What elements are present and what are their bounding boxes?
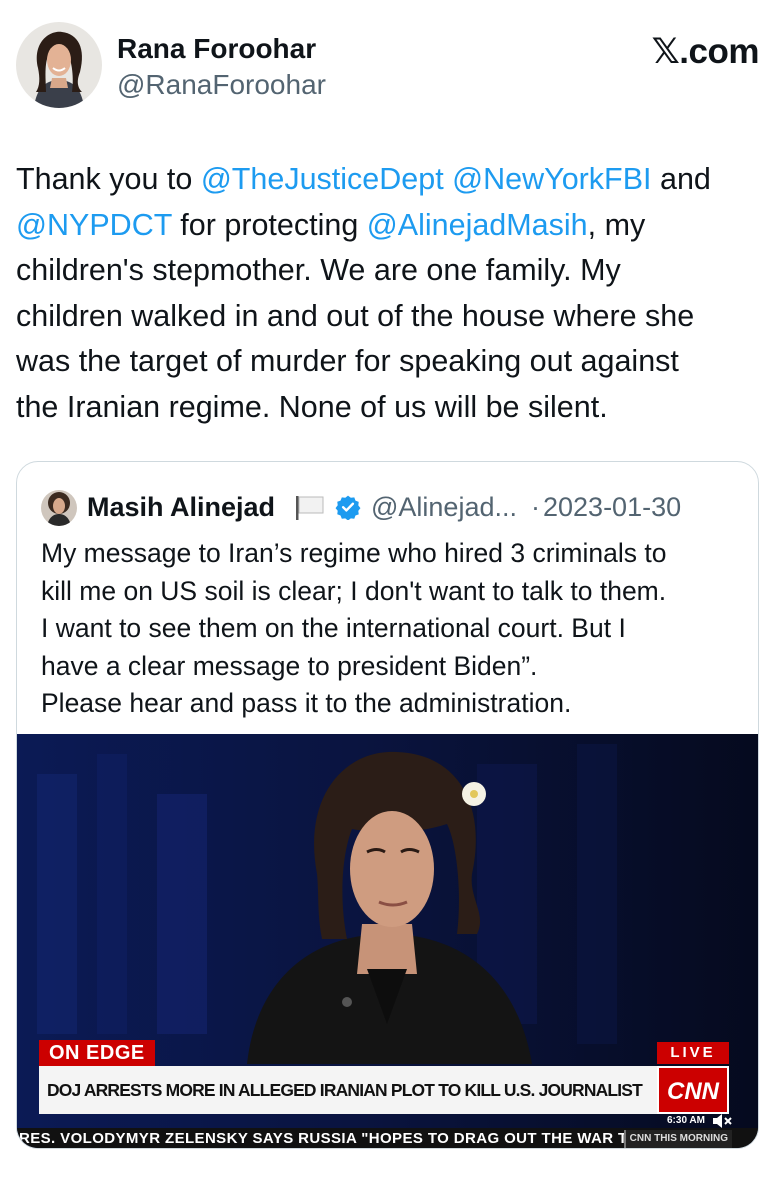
author-handle[interactable]: @RanaForoohar	[117, 69, 326, 101]
quoted-tweet-date[interactable]: 2023-01-30	[543, 492, 681, 523]
site-label: 𝕏.com	[651, 32, 760, 71]
tweet-text-line: children walked in and out of the house …	[16, 294, 756, 340]
tweet-text-segment: was the target of murder for speaking ou…	[16, 344, 679, 378]
mention-link[interactable]: @TheJusticeDept	[201, 162, 444, 196]
tweet-text-line: children's stepmother. We are one family…	[16, 248, 756, 294]
quoted-author-handle[interactable]: @Alinejad...	[371, 492, 517, 523]
live-badge: LIVE	[657, 1042, 729, 1064]
tweet-text-segment: for protecting	[171, 207, 367, 242]
tweet-text-segment	[444, 162, 452, 196]
tweet-text-segment: the Iranian regime. None of us will be s…	[16, 389, 608, 424]
lower-third-label: ON EDGE	[39, 1040, 155, 1066]
quoted-text-line: I want to see them on the international …	[41, 613, 626, 643]
tweet-text-line: the Iranian regime. None of us will be s…	[16, 385, 756, 431]
quoted-text-line: have a clear message to president Biden”…	[41, 650, 538, 681]
mute-icon[interactable]	[711, 1112, 733, 1130]
mention-link[interactable]: @NYPDCT	[16, 208, 172, 242]
quoted-author-avatar[interactable]	[41, 490, 77, 526]
white-flag-icon	[293, 494, 327, 522]
tweet-body: Thank you to @TheJusticeDept @NewYorkFBI…	[16, 157, 756, 430]
author-avatar[interactable]	[16, 22, 102, 108]
mention-link[interactable]: @NewYorkFBI	[452, 162, 651, 196]
quoted-author-name[interactable]: Masih Alinejad	[87, 492, 275, 523]
quoted-text-line: Please hear and pass it to the administr…	[41, 688, 572, 718]
tweet-text-segment: children's stepmother. We are one family…	[16, 253, 621, 287]
quoted-text-line: kill me on US soil is clear; I don't wan…	[41, 575, 667, 606]
tweet-text-segment: Thank you to	[16, 162, 201, 196]
broadcast-clock: 6:30 AM	[667, 1115, 705, 1126]
mention-link[interactable]: @AlinejadMasih	[367, 208, 588, 242]
quoted-tweet-header: Masih Alinejad @Alinejad... · 2023-01-30	[41, 490, 741, 526]
tweet-header: Rana Foroohar @RanaForoohar 𝕏.com	[16, 20, 760, 110]
verified-badge-icon	[335, 494, 361, 521]
header-separator: ·	[531, 492, 540, 522]
tweet-text-segment: and	[651, 162, 711, 196]
embedded-video[interactable]: ON EDGE DOJ ARRESTS MORE IN ALLEGED IRAN…	[17, 734, 758, 1148]
tweet-text-segment: , my	[587, 207, 646, 242]
lower-third-headline: DOJ ARRESTS MORE IN ALLEGED IRANIAN PLOT…	[39, 1066, 657, 1114]
ticker-show-brand: CNN THIS MORNING	[623, 1130, 732, 1148]
quoted-tweet-body: My message to Iran’s regime who hired 3 …	[41, 535, 741, 723]
quoted-tweet-card[interactable]: Masih Alinejad @Alinejad... · 2023-01-30…	[16, 461, 759, 1149]
tweet-text-segment: children walked in and out of the house …	[16, 298, 695, 333]
tweet-text-line: was the target of murder for speaking ou…	[16, 339, 756, 385]
quoted-text-line: My message to Iran’s regime who hired 3 …	[41, 538, 667, 568]
author-name[interactable]: Rana Foroohar	[117, 33, 316, 65]
network-logo: CNN	[657, 1066, 729, 1114]
tweet-text-line: Thank you to @TheJusticeDept @NewYorkFBI…	[16, 157, 756, 203]
tweet-text-line: @NYPDCT for protecting @AlinejadMasih, m…	[16, 203, 756, 249]
